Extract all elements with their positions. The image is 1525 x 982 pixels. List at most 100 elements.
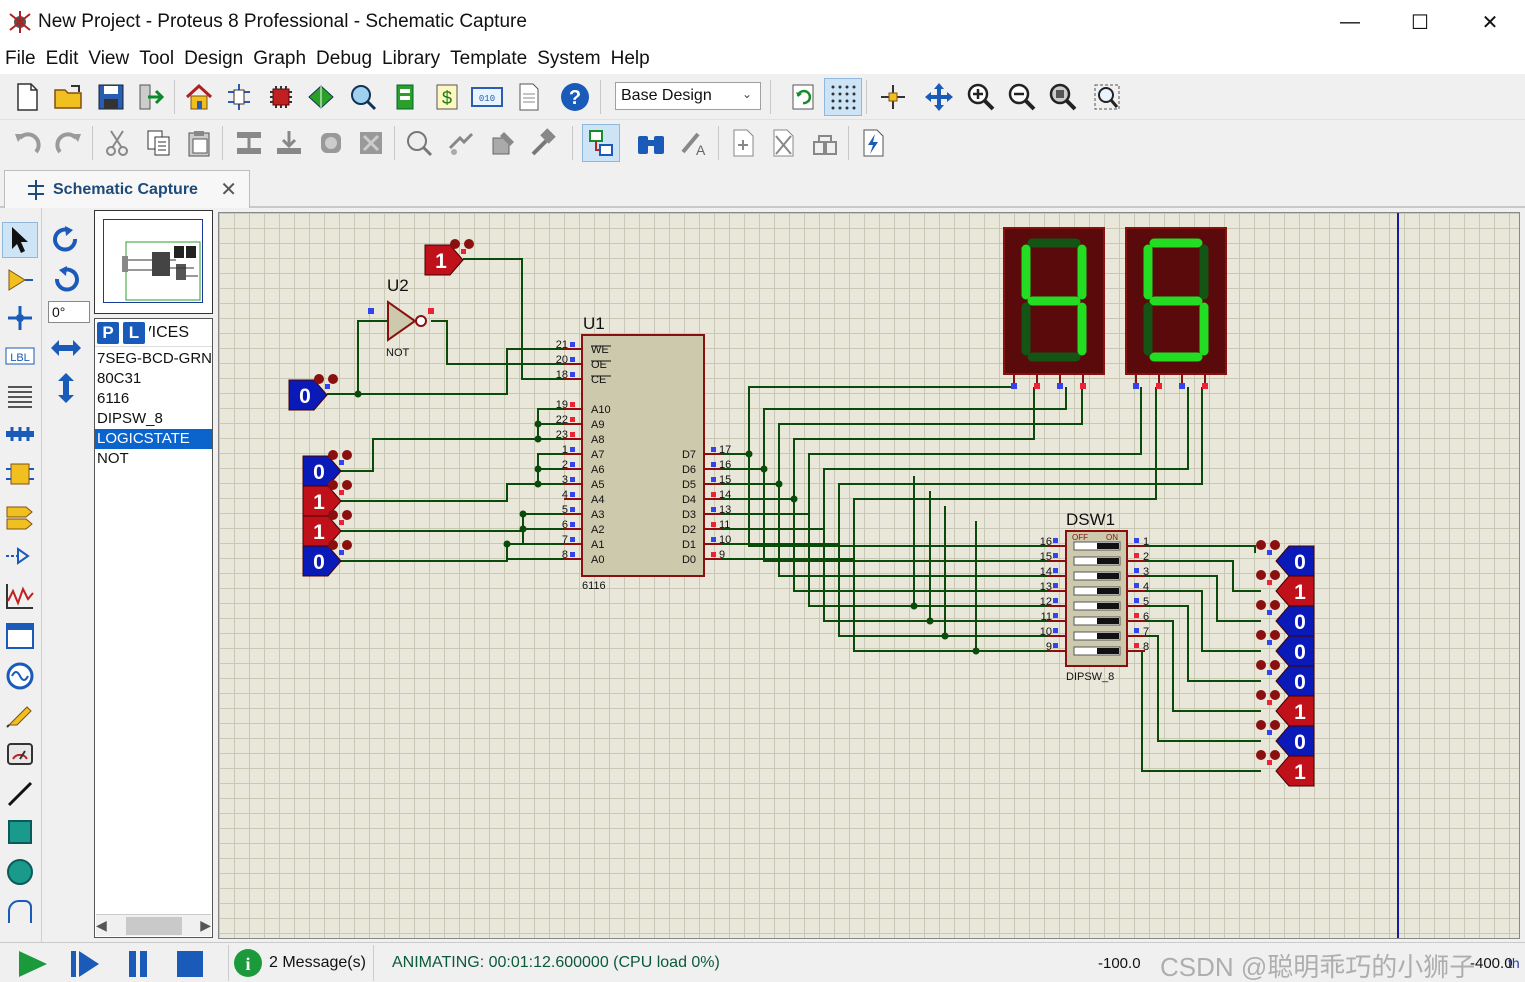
refresh-icon[interactable] [784, 78, 822, 116]
subcircuit-mode-icon[interactable] [2, 456, 38, 492]
import-icon[interactable] [132, 78, 170, 116]
close-button[interactable]: ✕ [1455, 0, 1525, 44]
maximize-button[interactable]: ☐ [1385, 0, 1455, 44]
paste-icon[interactable] [180, 124, 218, 162]
remove-sheet-icon[interactable] [764, 124, 802, 162]
component-mode-icon[interactable] [2, 262, 38, 298]
block-copy-icon[interactable] [230, 124, 268, 162]
scroll-right-icon[interactable]: ▶ [200, 917, 211, 934]
u1-6116-chip[interactable]: U1 6116 21 WE20 OE18 CE19 A1022 A923 A81 A72 A63… [556, 314, 732, 592]
junction-dot-mode-icon[interactable] [2, 300, 38, 336]
block-delete-icon[interactable] [352, 124, 390, 162]
origin-icon[interactable] [874, 78, 912, 116]
source-code-icon[interactable]: 010 [468, 78, 506, 116]
save-icon[interactable] [92, 78, 130, 116]
pick-devices-button[interactable]: P [97, 321, 119, 344]
box-2d-mode-icon[interactable] [2, 814, 38, 850]
device-item[interactable]: 7SEG-BCD-GRN [95, 349, 212, 369]
cut-icon[interactable] [98, 124, 136, 162]
design-explorer-icon[interactable]: $ [428, 78, 466, 116]
circle-2d-mode-icon[interactable] [2, 854, 38, 890]
menu-library[interactable]: Library [377, 48, 445, 70]
dsw1-dip-switch[interactable]: DSW1 OFF ON DIPSW_8 16 1 15 2 14 3 13 4 12 5 11 6 10… [1040, 510, 1149, 683]
device-pins-mode-icon[interactable] [2, 538, 38, 574]
selection-mode-icon[interactable] [2, 222, 38, 258]
menu-tool[interactable]: Tool [134, 48, 179, 70]
device-item[interactable]: DIPSW_8 [95, 409, 212, 429]
home-icon[interactable] [180, 78, 218, 116]
mirror-vertical-icon[interactable] [48, 370, 84, 406]
block-rotate-icon[interactable] [312, 124, 350, 162]
device-item[interactable]: NOT [95, 449, 212, 469]
wire-autorouter-icon[interactable] [582, 124, 620, 162]
play-icon[interactable] [10, 947, 54, 981]
copy-icon[interactable] [140, 124, 178, 162]
logic-state[interactable]: 0 [288, 374, 338, 411]
pan-icon[interactable] [920, 78, 958, 116]
generator-mode-icon[interactable] [2, 658, 38, 694]
text-script-mode-icon[interactable] [2, 378, 38, 414]
minimize-button[interactable]: — [1315, 0, 1385, 44]
schematic-drawing[interactable]: U2 NOT U1 6116 21 WE20 OE18 CE19 A1022 A923 A8… [219, 213, 1520, 939]
menu-debug[interactable]: Debug [311, 48, 377, 70]
grid-icon[interactable] [824, 78, 862, 116]
active-popup-mode-icon[interactable] [2, 618, 38, 654]
terminals-mode-icon[interactable] [2, 498, 38, 534]
buses-mode-icon[interactable] [2, 416, 38, 452]
logic-state[interactable]: 1 [424, 239, 474, 276]
menu-help[interactable]: Help [606, 48, 655, 70]
virtual-instruments-mode-icon[interactable] [2, 736, 38, 772]
message-indicator[interactable]: i 2 Message(s) [228, 945, 374, 981]
menu-file[interactable]: File [0, 48, 41, 70]
device-list-hscrollbar[interactable]: ◀ ▶ [96, 914, 211, 936]
schematic-canvas[interactable]: U2 NOT U1 6116 21 WE 20 OE 18 CE 19 A10 22 A9 23 A8… [218, 212, 1520, 939]
new-file-icon[interactable] [8, 78, 46, 116]
stop-icon[interactable] [168, 947, 212, 981]
block-move-icon[interactable] [270, 124, 308, 162]
mirror-horizontal-icon[interactable] [48, 330, 84, 366]
menu-design[interactable]: Design [179, 48, 248, 70]
rotate-clockwise-icon[interactable] [48, 222, 84, 258]
menu-view[interactable]: View [83, 48, 134, 70]
electrical-rule-check-icon[interactable] [854, 124, 892, 162]
make-device-icon[interactable] [442, 124, 480, 162]
zoom-out-icon[interactable] [1003, 78, 1041, 116]
zoom-area-icon[interactable] [1088, 78, 1126, 116]
redo-icon[interactable] [50, 124, 88, 162]
scroll-left-icon[interactable]: ◀ [96, 917, 107, 934]
notes-icon[interactable] [510, 78, 548, 116]
schematic-capture-icon[interactable] [220, 78, 258, 116]
arc-2d-mode-icon[interactable] [2, 894, 38, 930]
library-manager-button[interactable]: L [123, 321, 145, 344]
decompose-icon[interactable] [524, 124, 562, 162]
scroll-thumb[interactable] [125, 916, 182, 935]
overview-window[interactable] [94, 210, 213, 314]
open-folder-icon[interactable] [50, 78, 88, 116]
rotate-anticlockwise-icon[interactable] [48, 262, 84, 298]
graph-mode-icon[interactable] [2, 578, 38, 614]
menu-system[interactable]: System [532, 48, 605, 70]
device-item-selected[interactable]: LOGICSTATE [95, 429, 212, 449]
zoom-in-icon[interactable] [962, 78, 1000, 116]
pause-icon[interactable] [116, 947, 160, 981]
undo-icon[interactable] [8, 124, 46, 162]
device-item[interactable]: 80C31 [95, 369, 212, 389]
pick-parts-icon[interactable] [400, 124, 438, 162]
probe-mode-icon[interactable] [2, 696, 38, 732]
search-tag-icon[interactable] [632, 124, 670, 162]
gerber-viewer-icon[interactable] [344, 78, 382, 116]
design-variant-select[interactable]: Base Design ⌄ [615, 82, 761, 110]
device-item[interactable]: 6116 [95, 389, 212, 409]
tab-schematic-capture[interactable]: Schematic Capture ✕ [4, 170, 250, 208]
logic-state[interactable]: 0 [1256, 540, 1315, 577]
bill-of-materials-icon[interactable] [386, 78, 424, 116]
rotation-angle-input[interactable]: 0° [48, 301, 90, 323]
wire-label-mode-icon[interactable]: LBL [2, 338, 38, 374]
menu-template[interactable]: Template [445, 48, 532, 70]
exit-to-parent-icon[interactable] [806, 124, 844, 162]
u2-not-gate[interactable]: U2 NOT [368, 276, 434, 359]
seven-segment-displays[interactable] [1003, 227, 1227, 389]
step-icon[interactable] [62, 947, 106, 981]
zoom-all-icon[interactable] [1044, 78, 1082, 116]
menu-edit[interactable]: Edit [41, 48, 84, 70]
